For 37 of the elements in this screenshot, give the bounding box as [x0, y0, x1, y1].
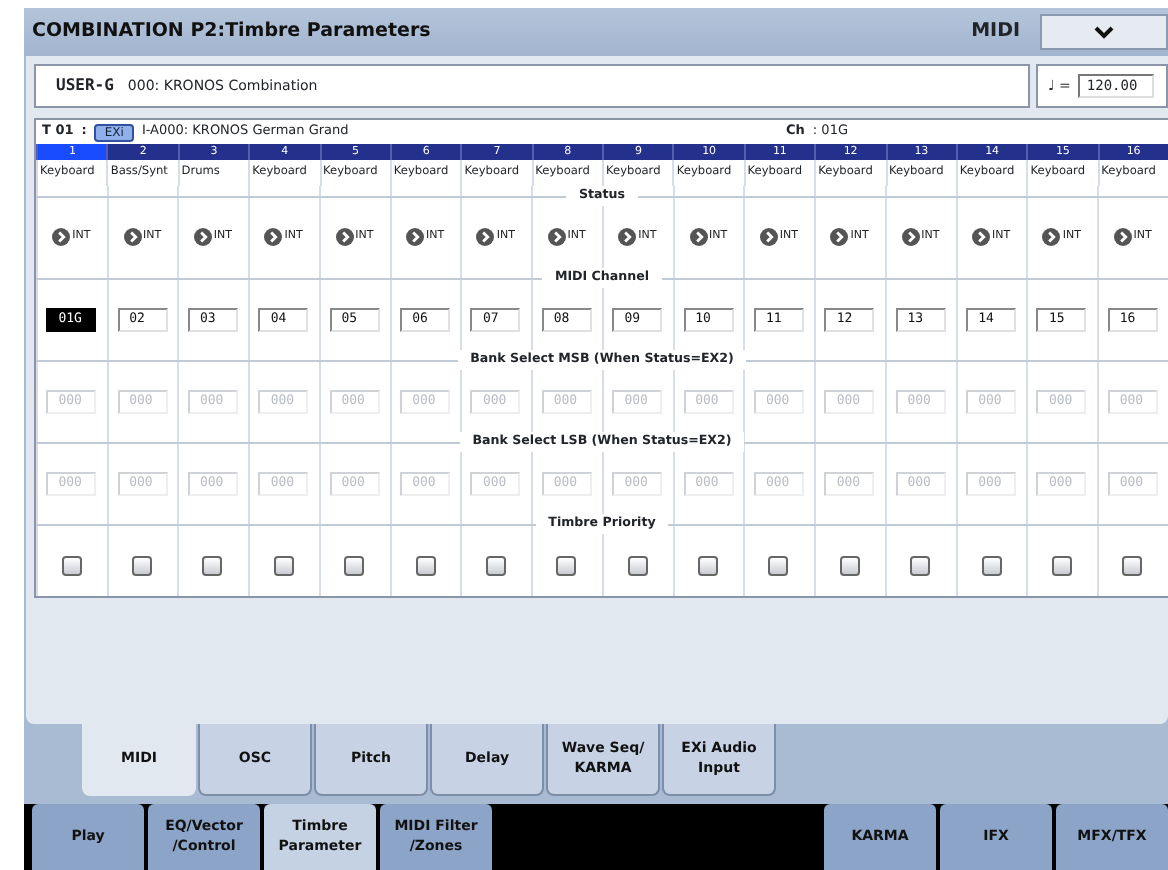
checkbox[interactable] — [627, 555, 648, 575]
checkbox[interactable] — [768, 555, 789, 575]
chevron-right-icon — [547, 228, 566, 246]
chevron-right-icon — [618, 228, 637, 246]
chevron-right-icon — [264, 228, 283, 246]
chevron-right-icon — [689, 228, 707, 246]
dropdown-button[interactable] — [1040, 14, 1168, 50]
checkbox[interactable] — [698, 555, 719, 575]
checkbox[interactable] — [556, 555, 577, 575]
chevron-right-icon — [1113, 228, 1132, 246]
chevron-down-icon — [1094, 25, 1114, 39]
mode-label: MIDI — [971, 17, 1020, 46]
checkbox[interactable] — [415, 555, 436, 575]
chevron-right-icon — [972, 228, 990, 246]
checkbox[interactable] — [132, 555, 153, 575]
checkbox[interactable] — [981, 555, 1002, 575]
chevron-right-icon — [52, 228, 71, 246]
checkbox[interactable] — [61, 555, 82, 575]
chevron-right-icon — [901, 228, 920, 246]
chevron-right-icon — [1042, 228, 1061, 246]
chevron-right-icon — [335, 228, 354, 246]
checkbox[interactable] — [202, 555, 223, 575]
checkbox[interactable] — [344, 555, 365, 575]
checkbox[interactable] — [485, 555, 506, 575]
checkbox[interactable] — [910, 555, 931, 575]
window-title: COMBINATION P2:Timbre Parameters — [32, 17, 431, 46]
checkbox[interactable] — [839, 555, 860, 575]
chevron-right-icon — [830, 228, 849, 246]
checkbox[interactable] — [273, 555, 294, 575]
chevron-right-icon — [193, 228, 212, 246]
bank-label: USER-G — [56, 74, 114, 98]
chevron-right-icon — [476, 228, 495, 246]
chevron-right-icon — [123, 228, 141, 246]
chevron-right-icon — [759, 228, 778, 246]
checkbox[interactable] — [1051, 555, 1072, 575]
checkbox[interactable] — [1122, 555, 1143, 575]
chevron-right-icon — [406, 228, 424, 246]
